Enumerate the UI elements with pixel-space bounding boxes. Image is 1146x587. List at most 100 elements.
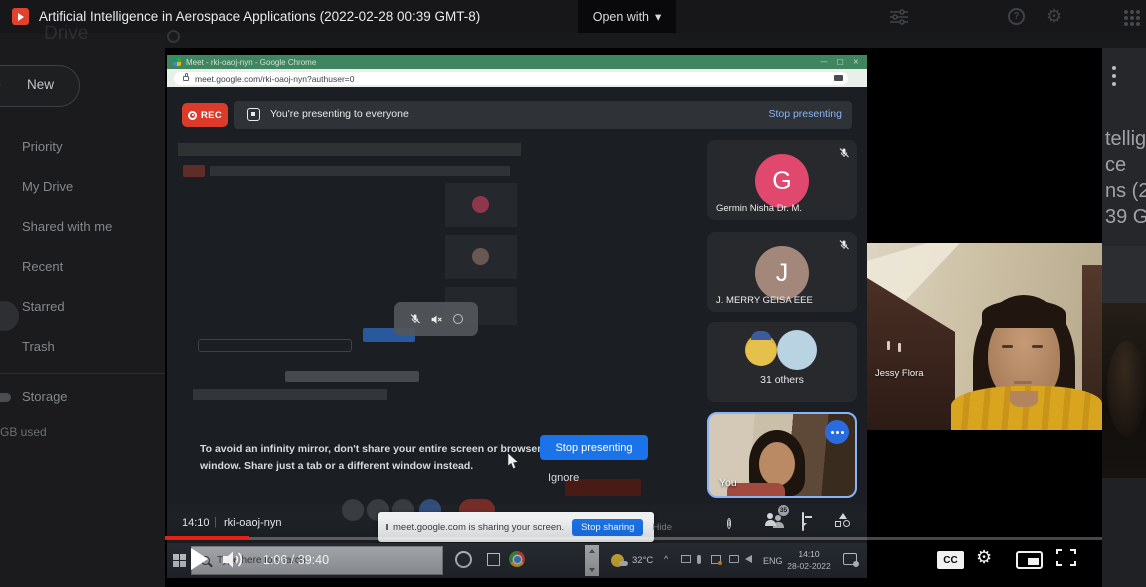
others-count-label: 31 others: [707, 374, 857, 386]
video-player[interactable]: Meet - rki-oaoj-nyn - Google Chrome — □ …: [165, 48, 1102, 587]
sidebar-item-starred[interactable]: Starred: [0, 295, 165, 323]
sharing-message: meet.google.com is sharing your screen.: [393, 522, 564, 533]
preview-background-panel: tellig ce ns (2 39 G: [1102, 48, 1146, 587]
sidebar-item-priority[interactable]: Priority: [0, 135, 165, 163]
taskbar-date: 28-02-2022: [783, 560, 835, 572]
language-indicator: ENG: [763, 556, 783, 566]
mirror-shape: [445, 235, 517, 279]
participant-count-badge: 35: [778, 505, 789, 516]
volume-button[interactable]: [223, 551, 246, 568]
webcam-person-neck: [1010, 391, 1038, 407]
presenting-banner: You're presenting to everyone Stop prese…: [234, 101, 852, 129]
participant-name: Germin Nisha Dr. M.: [716, 203, 802, 214]
tray-icon: [711, 555, 721, 564]
you-label: You: [719, 477, 737, 489]
sidebar-item-my-drive[interactable]: My Drive: [0, 175, 165, 203]
mic-off-icon: [409, 313, 421, 325]
webcam-jessy-flora: Jessy Flora: [867, 243, 1102, 430]
webcam-person-hairline: [982, 300, 1066, 328]
captions-button[interactable]: CC: [937, 551, 964, 569]
bg-title-fragment: 39 G: [1105, 206, 1146, 229]
chrome-icon: [509, 551, 525, 567]
play-button[interactable]: [191, 548, 208, 570]
chrome-urlbar: meet.google.com/rki-oaoj-nyn?authuser=0: [167, 69, 867, 87]
progress-bar[interactable]: [165, 537, 1102, 540]
mirror-shape: [445, 183, 517, 227]
info-icon: i: [727, 513, 731, 531]
video-thumbnail-dimmed: [1102, 303, 1146, 478]
new-button[interactable]: + New: [0, 65, 80, 107]
weather-cloud-icon: [619, 561, 628, 566]
mirror-control-circle: [342, 499, 364, 521]
mirror-shape: [198, 339, 352, 352]
minimize-icon: —: [820, 57, 828, 66]
avatar: J: [755, 246, 809, 300]
mirror-shape: [193, 389, 387, 400]
you-tile: You: [707, 412, 857, 498]
mirror-shape: [178, 143, 521, 156]
sidebar-item-shared-with-me[interactable]: Shared with me: [0, 215, 165, 243]
hide-link: Hide: [652, 522, 672, 533]
miniplayer-button[interactable]: [1016, 551, 1043, 569]
progress-fill: [165, 536, 249, 540]
storage-used-text: GB used: [0, 425, 47, 439]
apps-grid-icon[interactable]: [1124, 10, 1128, 14]
avatar-cap: [751, 331, 771, 340]
drive-brand-ghost: Drive: [44, 23, 88, 45]
maximize-icon: □: [837, 57, 844, 66]
close-icon: ×: [853, 57, 859, 66]
bg-title-fragment: tellig: [1105, 128, 1146, 151]
search-icon: [167, 30, 180, 43]
present-screen-icon: [247, 108, 260, 121]
audio-off-icon: [430, 313, 443, 326]
sidebar-item-trash[interactable]: Trash: [0, 335, 165, 363]
task-view-icon: [487, 553, 500, 566]
sidebar-item-storage[interactable]: Storage: [22, 389, 68, 404]
participants-icon: 35: [765, 513, 783, 528]
stop-sharing-button: Stop sharing: [572, 519, 643, 536]
open-with-label: Open with: [593, 10, 649, 24]
address-field: meet.google.com/rki-oaoj-nyn?authuser=0: [174, 72, 848, 85]
preview-topbar: Artificial Intelligence in Aerospace App…: [0, 0, 1146, 33]
chat-icon: [802, 513, 804, 531]
windows-start-icon: [173, 554, 186, 567]
mic-off-icon: [838, 238, 850, 256]
participant-tile: G Germin Nisha Dr. M.: [707, 140, 857, 220]
help-icon[interactable]: ?: [1008, 8, 1025, 25]
separator: |: [214, 516, 217, 528]
chrome-titlebar: Meet - rki-oaoj-nyn - Google Chrome — □ …: [167, 55, 867, 69]
chrome-window-title: Meet - rki-oaoj-nyn - Google Chrome: [186, 58, 316, 67]
mirror-shape: [210, 166, 510, 176]
drive-video-preview-screen: Artificial Intelligence in Aerospace App…: [0, 0, 1146, 587]
avatar: [777, 330, 817, 370]
new-button-label: New: [27, 77, 54, 92]
open-with-button[interactable]: Open with ▾: [578, 0, 676, 33]
player-settings-icon[interactable]: ⚙: [976, 547, 992, 568]
filter-sliders-icon[interactable]: [890, 9, 908, 25]
emoji-icon: [452, 313, 464, 325]
mirror-toolbar: [394, 302, 478, 336]
camera-permission-icon: [834, 75, 843, 81]
activities-icon: [835, 513, 851, 528]
kebab-menu-icon[interactable]: [1112, 66, 1116, 70]
taskbar-scroll-spinner: [585, 545, 599, 576]
fullscreen-button[interactable]: [1056, 549, 1076, 566]
video-file-icon: [12, 8, 29, 25]
time-display: 1:06 / 39:40: [263, 553, 329, 567]
mirror-shape: [285, 371, 419, 382]
rec-label: REC: [201, 110, 222, 121]
taskbar-clock: 14:10 28-02-2022: [783, 548, 835, 572]
tray-speaker-icon: [745, 555, 752, 563]
mic-off-icon: [838, 146, 850, 164]
settings-gear-icon[interactable]: ⚙: [1046, 6, 1062, 27]
tray-chat-icon: [729, 555, 739, 563]
temperature-text: 32°C: [632, 555, 653, 566]
plus-icon: +: [0, 75, 1, 95]
bg-band: [1102, 246, 1146, 303]
sidebar-item-recent[interactable]: Recent: [0, 255, 165, 283]
lock-icon-arc: [185, 73, 188, 76]
avatar: G: [755, 154, 809, 208]
mouse-cursor: [507, 453, 520, 470]
bg-title-fragment: ns (2: [1105, 180, 1146, 203]
window-controls: — □ ×: [820, 57, 859, 66]
